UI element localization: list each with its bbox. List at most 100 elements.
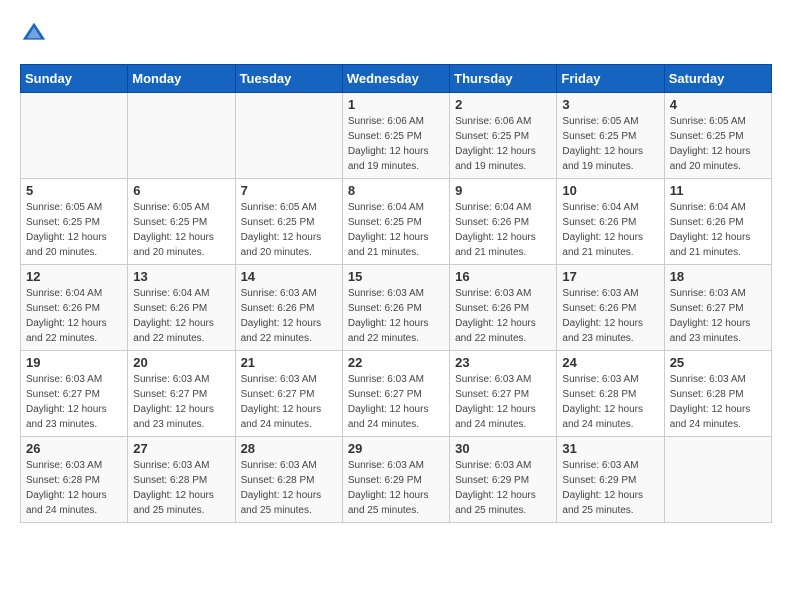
day-info: Sunrise: 6:03 AMSunset: 6:27 PMDaylight:… — [133, 372, 229, 432]
header-day-friday: Friday — [557, 65, 664, 93]
day-number: 25 — [670, 355, 766, 370]
day-info: Sunrise: 6:03 AMSunset: 6:28 PMDaylight:… — [133, 458, 229, 518]
day-number: 29 — [348, 441, 444, 456]
calendar-cell: 4 Sunrise: 6:05 AMSunset: 6:25 PMDaylight… — [664, 93, 771, 179]
calendar-cell — [235, 93, 342, 179]
day-info: Sunrise: 6:04 AMSunset: 6:26 PMDaylight:… — [670, 200, 766, 260]
day-info: Sunrise: 6:05 AMSunset: 6:25 PMDaylight:… — [670, 114, 766, 174]
calendar-cell — [128, 93, 235, 179]
calendar-cell: 29 Sunrise: 6:03 AMSunset: 6:29 PMDayligh… — [342, 437, 449, 523]
calendar-cell: 24Sunrise: 6:03 AMSunset: 6:28 PMDayligh… — [557, 351, 664, 437]
calendar-cell: 6 Sunrise: 6:05 AMSunset: 6:25 PMDaylight… — [128, 179, 235, 265]
calendar-cell: 19Sunrise: 6:03 AMSunset: 6:27 PMDayligh… — [21, 351, 128, 437]
day-info: Sunrise: 6:03 AMSunset: 6:26 PMDaylight:… — [348, 286, 444, 346]
calendar-cell: 15 Sunrise: 6:03 AMSunset: 6:26 PMDayligh… — [342, 265, 449, 351]
day-info: Sunrise: 6:03 AMSunset: 6:26 PMDaylight:… — [455, 286, 551, 346]
calendar-cell: 14 Sunrise: 6:03 AMSunset: 6:26 PMDayligh… — [235, 265, 342, 351]
day-info: Sunrise: 6:05 AMSunset: 6:25 PMDaylight:… — [133, 200, 229, 260]
day-info: Sunrise: 6:04 AMSunset: 6:26 PMDaylight:… — [455, 200, 551, 260]
day-info: Sunrise: 6:04 AMSunset: 6:26 PMDaylight:… — [562, 200, 658, 260]
calendar-cell: 28 Sunrise: 6:03 AMSunset: 6:28 PMDayligh… — [235, 437, 342, 523]
day-number: 9 — [455, 183, 551, 198]
calendar-cell: 23 Sunrise: 6:03 AMSunset: 6:27 PMDayligh… — [450, 351, 557, 437]
header-row: SundayMondayTuesdayWednesdayThursdayFrid… — [21, 65, 772, 93]
day-info: Sunrise: 6:05 AMSunset: 6:25 PMDaylight:… — [241, 200, 337, 260]
day-info: Sunrise: 6:03 AMSunset: 6:28 PMDaylight:… — [670, 372, 766, 432]
calendar-cell: 21Sunrise: 6:03 AMSunset: 6:27 PMDayligh… — [235, 351, 342, 437]
day-info: Sunrise: 6:03 AMSunset: 6:28 PMDaylight:… — [241, 458, 337, 518]
calendar-cell: 31 Sunrise: 6:03 AMSunset: 6:29 PMDayligh… — [557, 437, 664, 523]
day-number: 8 — [348, 183, 444, 198]
day-number: 15 — [348, 269, 444, 284]
day-info: Sunrise: 6:03 AMSunset: 6:29 PMDaylight:… — [562, 458, 658, 518]
header-day-tuesday: Tuesday — [235, 65, 342, 93]
day-number: 4 — [670, 97, 766, 112]
calendar-cell: 1 Sunrise: 6:06 AMSunset: 6:25 PMDaylight… — [342, 93, 449, 179]
calendar-cell: 26 Sunrise: 6:03 AMSunset: 6:28 PMDayligh… — [21, 437, 128, 523]
calendar-cell — [664, 437, 771, 523]
day-info: Sunrise: 6:04 AMSunset: 6:26 PMDaylight:… — [133, 286, 229, 346]
day-number: 3 — [562, 97, 658, 112]
calendar-cell: 5 Sunrise: 6:05 AMSunset: 6:25 PMDaylight… — [21, 179, 128, 265]
calendar-cell: 2 Sunrise: 6:06 AMSunset: 6:25 PMDaylight… — [450, 93, 557, 179]
day-number: 30 — [455, 441, 551, 456]
calendar-cell: 27 Sunrise: 6:03 AMSunset: 6:28 PMDayligh… — [128, 437, 235, 523]
calendar-cell: 12Sunrise: 6:04 AMSunset: 6:26 PMDayligh… — [21, 265, 128, 351]
day-info: Sunrise: 6:03 AMSunset: 6:26 PMDaylight:… — [562, 286, 658, 346]
day-info: Sunrise: 6:03 AMSunset: 6:27 PMDaylight:… — [241, 372, 337, 432]
day-info: Sunrise: 6:03 AMSunset: 6:26 PMDaylight:… — [241, 286, 337, 346]
day-number: 6 — [133, 183, 229, 198]
week-row-1: 5 Sunrise: 6:05 AMSunset: 6:25 PMDaylight… — [21, 179, 772, 265]
day-number: 20 — [133, 355, 229, 370]
day-number: 23 — [455, 355, 551, 370]
day-number: 31 — [562, 441, 658, 456]
day-number: 16 — [455, 269, 551, 284]
calendar-cell: 11 Sunrise: 6:04 AMSunset: 6:26 PMDayligh… — [664, 179, 771, 265]
logo — [20, 20, 52, 48]
day-number: 1 — [348, 97, 444, 112]
day-number: 19 — [26, 355, 122, 370]
calendar-header: SundayMondayTuesdayWednesdayThursdayFrid… — [21, 65, 772, 93]
week-row-2: 12Sunrise: 6:04 AMSunset: 6:26 PMDayligh… — [21, 265, 772, 351]
week-row-4: 26 Sunrise: 6:03 AMSunset: 6:28 PMDayligh… — [21, 437, 772, 523]
day-number: 18 — [670, 269, 766, 284]
header-day-wednesday: Wednesday — [342, 65, 449, 93]
logo-icon — [20, 20, 48, 48]
day-number: 27 — [133, 441, 229, 456]
calendar-cell: 9 Sunrise: 6:04 AMSunset: 6:26 PMDaylight… — [450, 179, 557, 265]
calendar-table: SundayMondayTuesdayWednesdayThursdayFrid… — [20, 64, 772, 523]
header-day-sunday: Sunday — [21, 65, 128, 93]
calendar-cell — [21, 93, 128, 179]
day-info: Sunrise: 6:06 AMSunset: 6:25 PMDaylight:… — [348, 114, 444, 174]
header-day-thursday: Thursday — [450, 65, 557, 93]
day-number: 22 — [348, 355, 444, 370]
day-info: Sunrise: 6:03 AMSunset: 6:27 PMDaylight:… — [455, 372, 551, 432]
day-info: Sunrise: 6:03 AMSunset: 6:28 PMDaylight:… — [562, 372, 658, 432]
day-number: 5 — [26, 183, 122, 198]
day-number: 7 — [241, 183, 337, 198]
day-number: 14 — [241, 269, 337, 284]
day-info: Sunrise: 6:03 AMSunset: 6:28 PMDaylight:… — [26, 458, 122, 518]
week-row-0: 1 Sunrise: 6:06 AMSunset: 6:25 PMDaylight… — [21, 93, 772, 179]
week-row-3: 19 Sunrise: 6:03 AMSunset: 6:27 PMDayligh… — [21, 351, 772, 437]
calendar-cell: 16 Sunrise: 6:03 AMSunset: 6:26 PMDayligh… — [450, 265, 557, 351]
day-number: 13 — [133, 269, 229, 284]
calendar-cell: 30Sunrise: 6:03 AMSunset: 6:29 PMDayligh… — [450, 437, 557, 523]
day-number: 2 — [455, 97, 551, 112]
day-number: 26 — [26, 441, 122, 456]
calendar-cell: 22Sunrise: 6:03 AMSunset: 6:27 PMDayligh… — [342, 351, 449, 437]
calendar-cell: 18Sunrise: 6:03 AMSunset: 6:27 PMDayligh… — [664, 265, 771, 351]
calendar-cell: 17 Sunrise: 6:03 AMSunset: 6:26 PMDayligh… — [557, 265, 664, 351]
day-number: 11 — [670, 183, 766, 198]
day-info: Sunrise: 6:06 AMSunset: 6:25 PMDaylight:… — [455, 114, 551, 174]
day-info: Sunrise: 6:05 AMSunset: 6:25 PMDaylight:… — [26, 200, 122, 260]
calendar-cell: 25 Sunrise: 6:03 AMSunset: 6:28 PMDayligh… — [664, 351, 771, 437]
header — [20, 20, 772, 48]
calendar-cell: 20 Sunrise: 6:03 AMSunset: 6:27 PMDayligh… — [128, 351, 235, 437]
header-day-monday: Monday — [128, 65, 235, 93]
day-number: 17 — [562, 269, 658, 284]
day-info: Sunrise: 6:04 AMSunset: 6:26 PMDaylight:… — [26, 286, 122, 346]
day-number: 28 — [241, 441, 337, 456]
header-day-saturday: Saturday — [664, 65, 771, 93]
day-info: Sunrise: 6:03 AMSunset: 6:29 PMDaylight:… — [348, 458, 444, 518]
